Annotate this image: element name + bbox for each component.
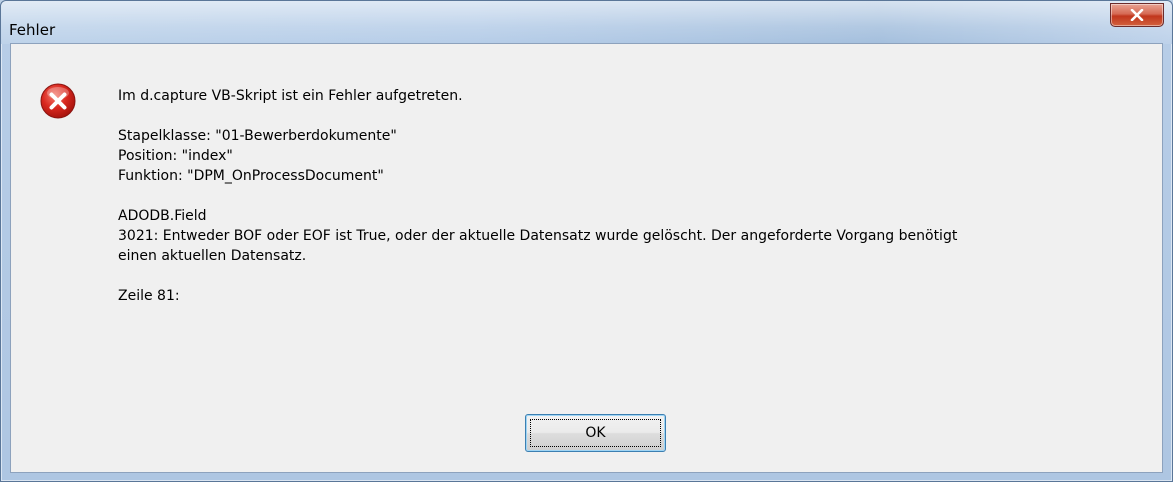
error-icon [40, 83, 76, 119]
close-button[interactable] [1110, 3, 1164, 27]
message-headline: Im d.capture VB-Skript ist ein Fehler au… [118, 88, 463, 104]
line-info: Zeile 81: [118, 288, 180, 304]
error-dialog: Fehler Im d.capture VB-Skript ist ein Fe… [0, 0, 1173, 482]
function-line: Funktion: "DPM_OnProcessDocument" [118, 168, 384, 184]
close-icon [1130, 9, 1144, 21]
error-source: ADODB.Field [118, 208, 207, 224]
title-bar[interactable]: Fehler [1, 1, 1172, 44]
position-line: Position: "index" [118, 148, 233, 164]
ok-button[interactable]: OK [525, 414, 666, 452]
batch-class-line: Stapelklasse: "01-Bewerberdokumente" [118, 128, 397, 144]
error-description-line2: einen aktuellen Datensatz. [118, 248, 307, 264]
error-message: Im d.capture VB-Skript ist ein Fehler au… [118, 86, 1138, 306]
window-title: Fehler [9, 21, 56, 39]
dialog-body: Im d.capture VB-Skript ist ein Fehler au… [10, 43, 1163, 473]
error-description-line1: 3021: Entweder BOF oder EOF ist True, od… [118, 228, 958, 244]
ok-button-label: OK [585, 425, 606, 441]
